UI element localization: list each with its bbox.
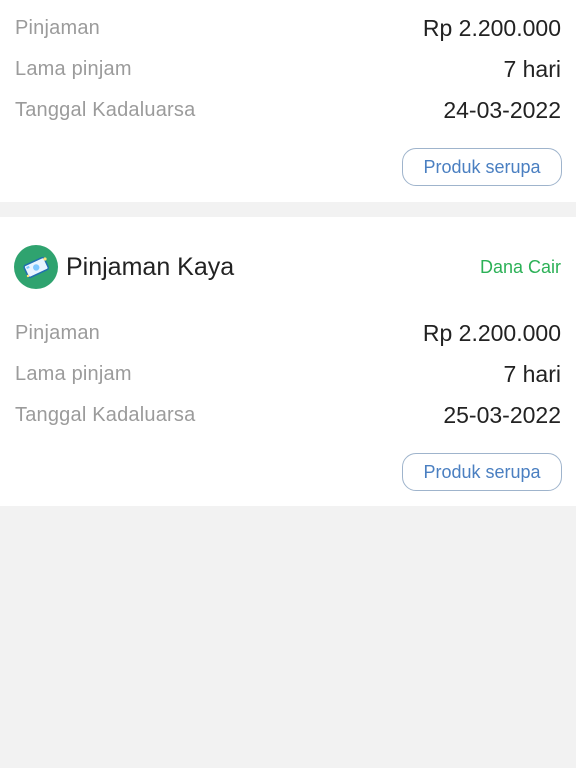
loan-duration-value: 7 hari	[503, 360, 561, 387]
loan-duration-row: Lama pinjam 7 hari	[15, 359, 561, 389]
expiry-date-label: Tanggal Kadaluarsa	[15, 403, 196, 426]
loan-card-header: Pinjaman Kaya Dana Cair	[14, 245, 561, 289]
loan-amount-row: Pinjaman Rp 2.200.000	[15, 318, 561, 348]
loan-card-top: Pinjaman Rp 2.200.000 Lama pinjam 7 hari…	[0, 0, 576, 202]
loan-card-pinjaman-kaya: Pinjaman Kaya Dana Cair Pinjaman Rp 2.20…	[0, 217, 576, 506]
brand-name: Pinjaman Kaya	[66, 252, 235, 281]
expiry-date-value: 25-03-2022	[443, 401, 561, 428]
expiry-date-value: 24-03-2022	[443, 96, 561, 123]
expiry-date-label: Tanggal Kadaluarsa	[15, 98, 196, 121]
loan-amount-value: Rp 2.200.000	[422, 319, 561, 346]
loan-amount-value: Rp 2.200.000	[422, 14, 561, 41]
brand: Pinjaman Kaya	[14, 245, 234, 289]
expiry-date-row: Tanggal Kadaluarsa 24-03-2022	[15, 95, 561, 125]
loan-amount-label: Pinjaman	[15, 16, 100, 39]
expiry-date-row: Tanggal Kadaluarsa 25-03-2022	[15, 400, 561, 430]
loan-duration-row: Lama pinjam 7 hari	[15, 54, 561, 84]
similar-products-button[interactable]: Produk serupa	[402, 453, 562, 491]
loan-duration-label: Lama pinjam	[15, 57, 132, 80]
money-icon	[14, 245, 58, 289]
loan-duration-label: Lama pinjam	[15, 362, 132, 385]
loan-amount-row: Pinjaman Rp 2.200.000	[15, 13, 561, 43]
status-badge: Dana Cair	[479, 256, 561, 277]
similar-products-button[interactable]: Produk serupa	[402, 148, 562, 186]
loan-amount-label: Pinjaman	[15, 321, 100, 344]
loan-duration-value: 7 hari	[503, 55, 561, 82]
